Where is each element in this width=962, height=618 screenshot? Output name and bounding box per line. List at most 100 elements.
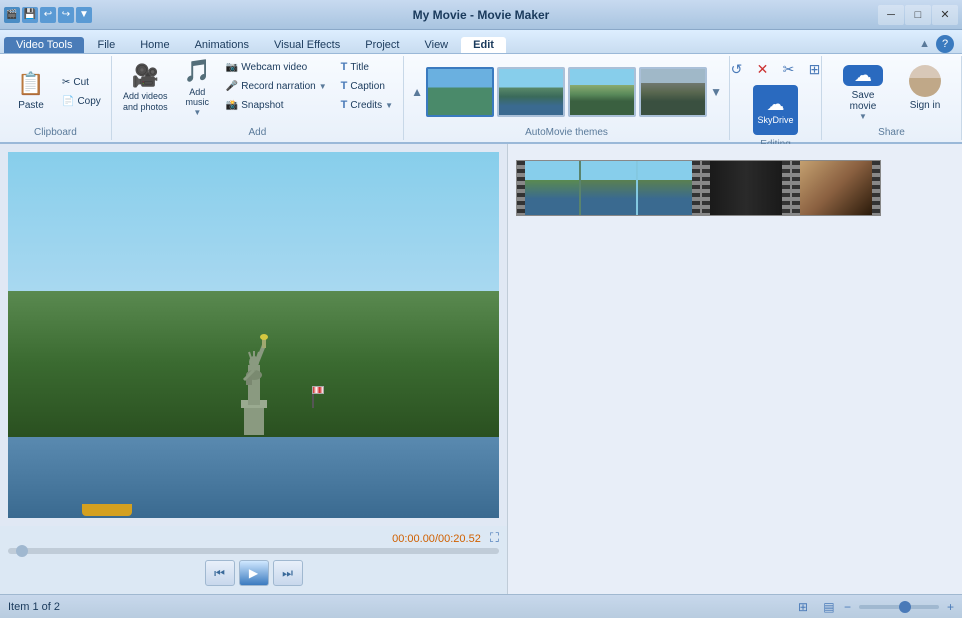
editing-content: ↺ ✕ ✂ ⊞ ☁ SkyDrive xyxy=(725,58,827,137)
current-time: 00:00.00 xyxy=(392,533,435,545)
film-clip-3[interactable] xyxy=(791,160,881,216)
play-button[interactable]: ▶ xyxy=(239,560,269,586)
narration-dropdown: ▼ xyxy=(319,82,327,91)
avatar xyxy=(909,65,941,97)
zoom-slider[interactable] xyxy=(859,605,939,609)
statue-svg xyxy=(229,285,279,445)
cut-icon: ✂ xyxy=(62,77,70,88)
rotate-right-button[interactable]: ✕ xyxy=(751,58,775,80)
save-movie-icon: ☁ xyxy=(843,65,883,86)
clipboard-content: 📋 Paste ✂ Cut 📄 Copy xyxy=(6,58,105,125)
microphone-icon: 🎤 xyxy=(226,81,238,92)
zoom-handle[interactable] xyxy=(899,601,911,613)
caption-icon: T xyxy=(341,80,348,92)
zoom-out-icon[interactable]: − xyxy=(844,600,851,614)
quick-access-save[interactable]: 💾 xyxy=(22,7,38,23)
automovie-label: AutoMovie themes xyxy=(525,125,608,138)
clip2-frames xyxy=(710,161,782,215)
save-movie-button[interactable]: ☁ Save movie ▼ xyxy=(831,61,896,123)
theme-2[interactable] xyxy=(497,67,565,117)
share-label: Share xyxy=(878,125,905,138)
cut-button[interactable]: ✂ Cut xyxy=(58,73,105,91)
quick-access-undo[interactable]: ↩ xyxy=(40,7,56,23)
theme-4[interactable] xyxy=(639,67,707,117)
help-icon[interactable]: ? xyxy=(936,35,954,53)
themes-content: ▲ ▼ xyxy=(410,58,723,125)
theme-3[interactable] xyxy=(568,67,636,117)
tab-project[interactable]: Project xyxy=(353,37,411,53)
add-label: Add xyxy=(249,125,267,138)
frame1 xyxy=(525,161,579,215)
zoom-in-icon[interactable]: + xyxy=(947,600,954,614)
cloud-icon: ☁ xyxy=(767,94,785,116)
storyboard-view-button[interactable]: ⊞ xyxy=(792,598,814,616)
playback-controls-row: ⏮ ▶ ⏭ xyxy=(8,560,499,586)
credits-button[interactable]: T Credits ▼ xyxy=(337,96,397,114)
quick-access-redo[interactable]: ↪ xyxy=(58,7,74,23)
themes-scroll-down[interactable]: ▼ xyxy=(709,67,723,117)
seek-handle[interactable] xyxy=(16,545,28,557)
prev-frame-button[interactable]: ⏮ xyxy=(205,560,235,586)
seek-bar[interactable] xyxy=(8,548,499,554)
frame3 xyxy=(638,161,692,215)
record-narration-button[interactable]: 🎤 Record narration ▼ xyxy=(222,77,331,95)
tab-animations[interactable]: Animations xyxy=(183,37,261,53)
clipboard-label: Clipboard xyxy=(34,125,77,138)
caption-button[interactable]: T Caption xyxy=(337,77,397,95)
avatar-image xyxy=(909,65,941,97)
sign-in-button[interactable]: Sign in xyxy=(898,61,953,123)
tab-view[interactable]: View xyxy=(412,37,460,53)
main-content: 00:00.00/00:20.52 ⛶ ⏮ ▶ ⏭ xyxy=(0,144,962,594)
add-music-button[interactable]: 🎵 Addmusic ▼ xyxy=(175,58,220,118)
clipboard-col: ✂ Cut 📄 Copy xyxy=(58,73,105,110)
tab-visual-effects[interactable]: Visual Effects xyxy=(262,37,352,53)
quick-access-more[interactable]: ▼ xyxy=(76,7,92,23)
credits-icon: T xyxy=(341,99,348,111)
tab-home[interactable]: Home xyxy=(128,37,181,53)
snapshot-button[interactable]: 📸 Snapshot xyxy=(222,96,331,114)
snapshot-icon: 📸 xyxy=(226,100,238,111)
add-content: 🎥 Add videos and photos 🎵 Addmusic ▼ 📷 W… xyxy=(118,58,397,125)
music-dropdown-arrow: ▼ xyxy=(193,108,201,118)
tab-file[interactable]: File xyxy=(85,37,127,53)
webcam-icon: 📷 xyxy=(226,62,238,73)
tab-video-tools[interactable]: Video Tools xyxy=(4,37,84,53)
theme-1[interactable] xyxy=(426,67,494,117)
status-item-info: Item 1 of 2 xyxy=(8,601,60,613)
sky-bg xyxy=(8,152,499,291)
film-clip-1[interactable] xyxy=(516,160,701,216)
add-videos-button[interactable]: 🎥 Add videos and photos xyxy=(118,58,173,118)
film-clip-2[interactable] xyxy=(701,160,791,216)
minimize-button[interactable]: ─ xyxy=(878,5,904,25)
close-button[interactable]: ✕ xyxy=(932,5,958,25)
rotate-left-button[interactable]: ↺ xyxy=(725,58,749,80)
timeline-view-button[interactable]: ▤ xyxy=(818,598,840,616)
maximize-button[interactable]: □ xyxy=(905,5,931,25)
title-button[interactable]: T Title xyxy=(337,58,397,76)
filmstrip xyxy=(516,160,954,220)
ribbon-collapse-btn[interactable]: ▲ xyxy=(919,38,930,50)
title-icon: T xyxy=(341,61,348,73)
cloud-save-button[interactable]: ☁ SkyDrive xyxy=(753,85,798,135)
themes-scroll-up[interactable]: ▲ xyxy=(410,67,424,117)
trim-button[interactable]: ✂ xyxy=(777,58,801,80)
status-bar: Item 1 of 2 ⊞ ▤ − + xyxy=(0,594,962,618)
video-frame xyxy=(8,152,499,518)
total-time: 00:20.52 xyxy=(438,533,481,545)
webcam-button[interactable]: 📷 Webcam video xyxy=(222,58,331,76)
time-display: 00:00.00/00:20.52 ⛶ xyxy=(8,530,499,546)
save-movie-dropdown: ▼ xyxy=(859,112,867,121)
title-bar: 🎬 💾 ↩ ↪ ▼ My Movie - Movie Maker ─ □ ✕ xyxy=(0,0,962,30)
ribbon-tab-bar: Video Tools File Home Animations Visual … xyxy=(0,30,962,54)
tab-edit[interactable]: Edit xyxy=(461,37,506,53)
add-col-titles: T Title T Caption T Credits ▼ xyxy=(337,58,397,114)
ribbon-group-add: 🎥 Add videos and photos 🎵 Addmusic ▼ 📷 W… xyxy=(112,56,404,140)
copy-button[interactable]: 📄 Copy xyxy=(58,92,105,110)
paste-button[interactable]: 📋 Paste xyxy=(6,62,56,122)
credits-dropdown: ▼ xyxy=(385,101,393,110)
next-frame-button[interactable]: ⏭ xyxy=(273,560,303,586)
ribbon: 📋 Paste ✂ Cut 📄 Copy Clipboard 🎥 Add vid… xyxy=(0,54,962,144)
add-videos-icon: 🎥 xyxy=(132,63,159,89)
ribbon-group-automovie: ▲ ▼ AutoMovie themes xyxy=(404,56,730,140)
fullscreen-icon[interactable]: ⛶ xyxy=(490,530,499,545)
